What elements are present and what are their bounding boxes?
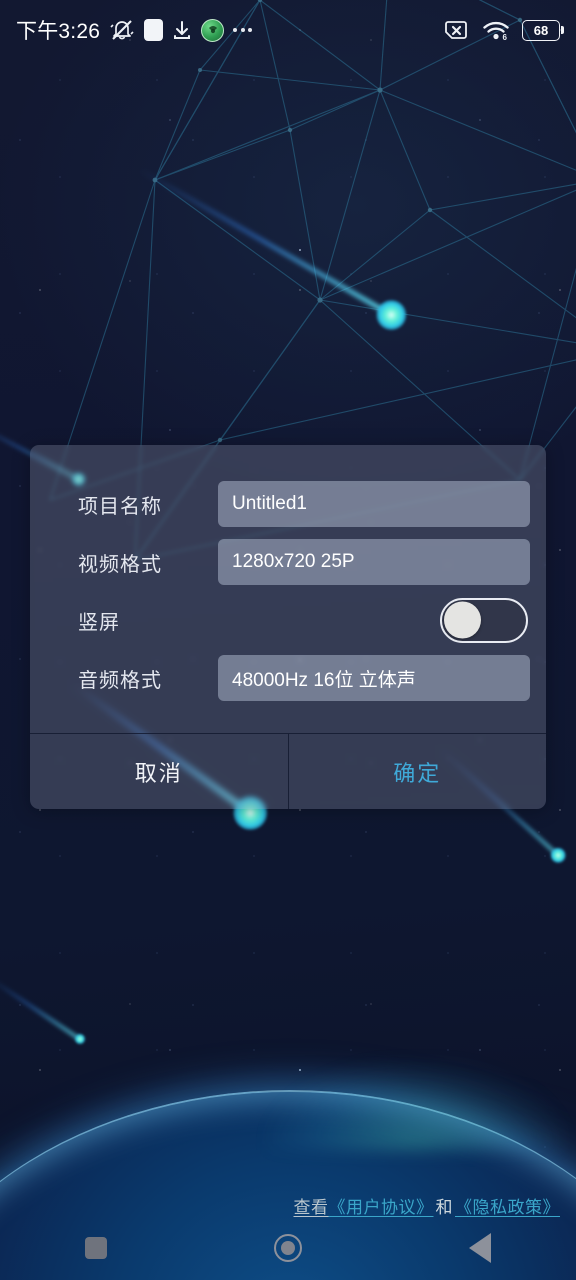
legal-conjunction: 和: [435, 1198, 453, 1217]
back-triangle-icon: [469, 1233, 491, 1263]
privacy-policy-link[interactable]: 《隐私政策》: [455, 1193, 560, 1218]
row-audio-format: 音频格式 48000Hz 16位 立体声: [30, 649, 546, 707]
nav-recents-button[interactable]: [56, 1216, 136, 1280]
wifi-icon: 6: [482, 19, 510, 41]
label-audio-format: 音频格式: [78, 669, 162, 692]
portrait-mode-toggle[interactable]: [440, 597, 528, 643]
download-icon: [172, 19, 192, 41]
wifi-generation-label: 6: [503, 33, 508, 41]
row-portrait-mode: 竖屏: [30, 591, 546, 649]
dnd-mute-icon: [109, 18, 135, 42]
legal-links: 查看 《用户协议》 和 《隐私政策》: [294, 1193, 561, 1218]
project-name-input[interactable]: Untitled1: [218, 481, 530, 527]
new-project-dialog: 项目名称 Untitled1 视频格式 1280x720 25P 竖屏 音频格式…: [30, 445, 546, 809]
label-video-format: 视频格式: [78, 553, 162, 576]
status-bar-left: 下午3:26: [16, 15, 253, 45]
battery-icon: 68: [522, 19, 560, 41]
clock: 下午3:26: [16, 20, 101, 43]
status-bar-right: 6 68: [444, 19, 560, 41]
comet-far-left-low: [0, 970, 87, 1046]
legal-prefix-label: 查看: [293, 1198, 329, 1217]
user-agreement-link[interactable]: 《用户协议》: [329, 1193, 434, 1218]
audio-format-select[interactable]: 48000Hz 16位 立体声: [218, 655, 530, 701]
toggle-knob: [444, 601, 481, 639]
label-portrait-mode: 竖屏: [78, 611, 120, 634]
nav-home-button[interactable]: [248, 1216, 328, 1280]
video-format-select[interactable]: 1280x720 25P: [218, 539, 530, 585]
app-badge-icon: [201, 18, 225, 42]
more-icon: [233, 28, 253, 32]
planet-highlight: [266, 1060, 566, 1150]
no-sim-icon: [444, 20, 470, 40]
home-circle-icon: [274, 1234, 302, 1262]
row-video-format: 视频格式 1280x720 25P: [30, 533, 546, 591]
label-project-name: 项目名称: [78, 495, 162, 518]
status-bar: 下午3:26 6 68: [0, 0, 576, 60]
battery-level-label: 68: [533, 22, 549, 38]
recents-square-icon: [85, 1237, 107, 1259]
dialog-actions: 取消 确定: [30, 733, 546, 809]
comet-large-upper: [130, 153, 412, 338]
screenshot-icon: [144, 19, 164, 41]
confirm-button[interactable]: 确定: [289, 734, 547, 809]
cancel-button[interactable]: 取消: [30, 734, 289, 809]
phone-screen: 下午3:26 6 68 项目名称 Untitled1 视频格式 1280x720…: [0, 0, 576, 1280]
dialog-body: 项目名称 Untitled1 视频格式 1280x720 25P 竖屏 音频格式…: [30, 445, 546, 733]
nav-back-button[interactable]: [440, 1216, 520, 1280]
row-project-name: 项目名称 Untitled1: [30, 475, 546, 533]
navigation-bar: [0, 1216, 576, 1280]
